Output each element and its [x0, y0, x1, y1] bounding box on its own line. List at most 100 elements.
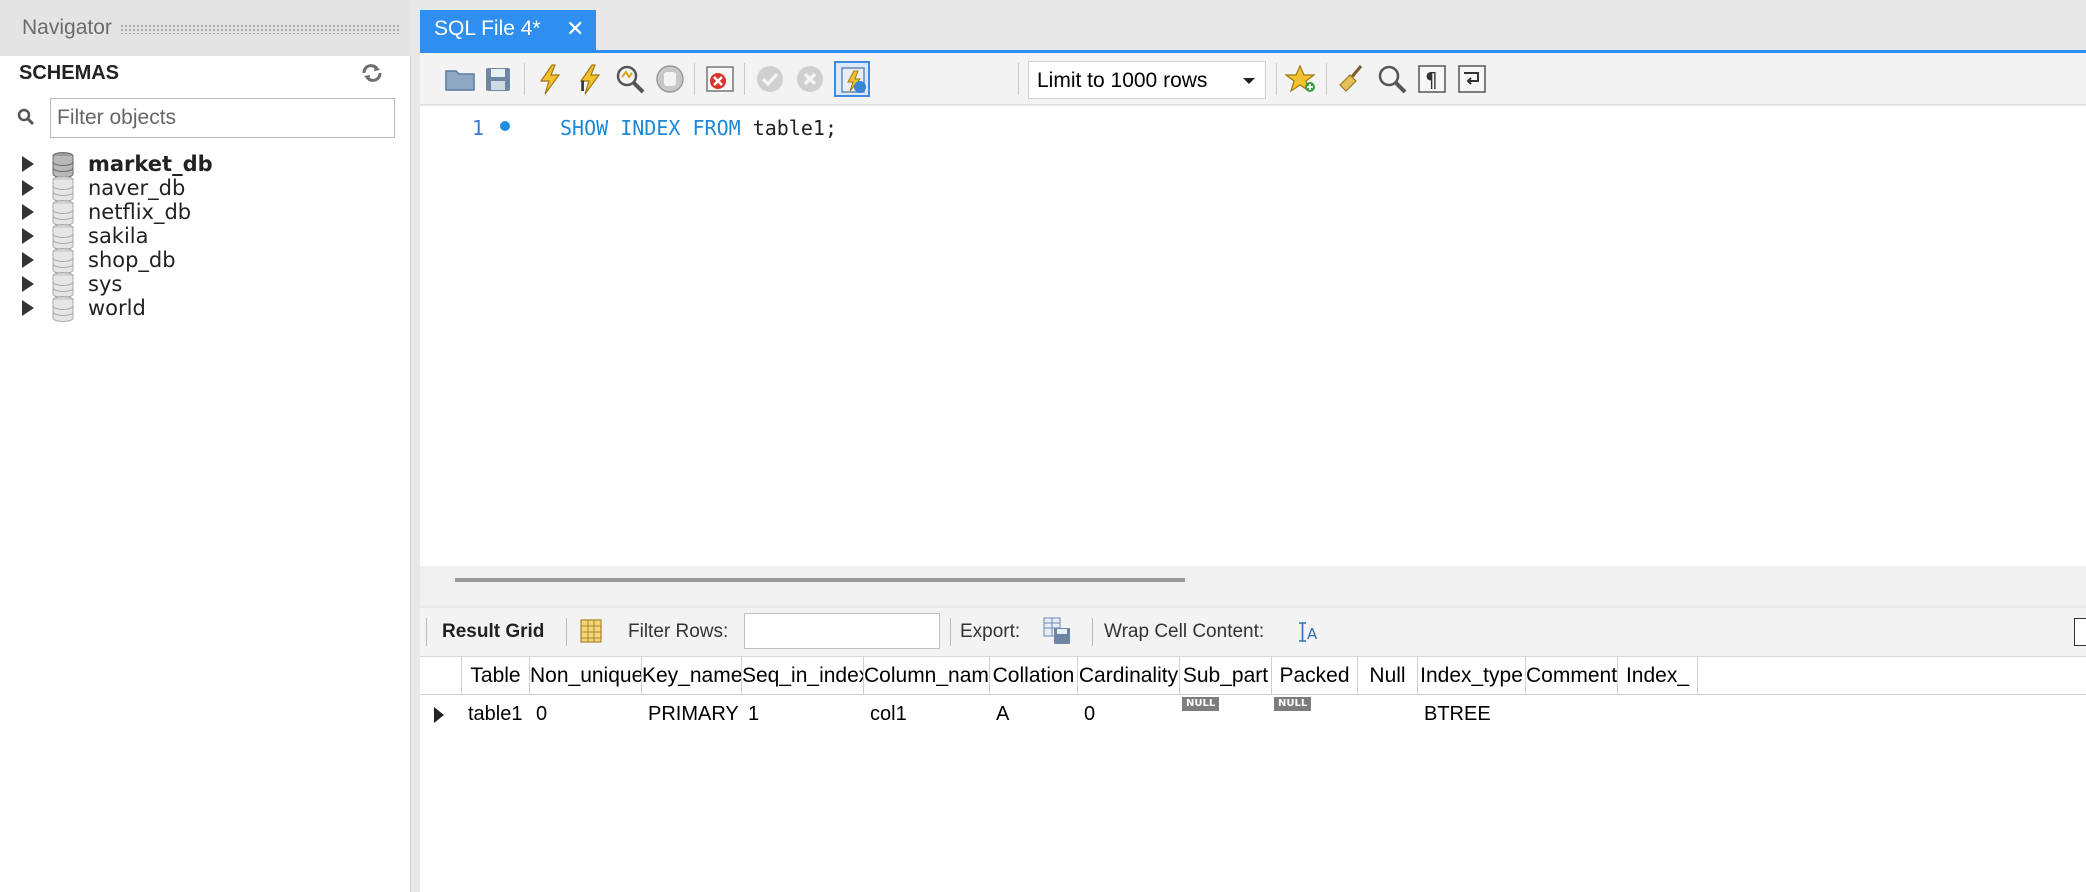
export-icon[interactable] — [1040, 614, 1074, 648]
table-cell[interactable]: PRIMARY — [642, 695, 742, 733]
autocommit-icon[interactable] — [834, 61, 870, 97]
search-icon — [16, 107, 36, 129]
svg-text:A: A — [1307, 625, 1318, 643]
table-cell[interactable]: 0 — [530, 695, 642, 733]
svg-text:I: I — [580, 79, 585, 95]
find-icon[interactable] — [1374, 61, 1410, 97]
line-number: 1 — [472, 116, 485, 140]
refresh-schemas-icon[interactable] — [360, 62, 384, 84]
filter-rows-label: Filter Rows: — [628, 621, 729, 642]
table-cell[interactable]: 1 — [742, 695, 864, 733]
expand-arrow-icon[interactable] — [22, 252, 34, 268]
invisible-chars-icon[interactable]: ¶ — [1414, 61, 1450, 97]
expand-arrow-icon[interactable] — [22, 204, 34, 220]
column-header-comment[interactable]: Comment — [1526, 657, 1618, 695]
rollback-icon[interactable] — [792, 61, 828, 97]
sql-keyword: FROM — [692, 116, 741, 140]
navigator-header: Navigator — [0, 0, 411, 56]
column-header-collation[interactable]: Collation — [990, 657, 1078, 695]
expand-arrow-icon[interactable] — [22, 156, 34, 172]
toggle-error-icon[interactable] — [702, 61, 738, 97]
svg-text:¶: ¶ — [1425, 68, 1438, 92]
navigator-grip[interactable] — [120, 24, 400, 34]
sql-identifier: table1; — [740, 116, 837, 140]
result-toolbar: Result Grid Filter Rows: Export: Wrap Ce… — [420, 608, 2086, 656]
column-header-non_unique[interactable]: Non_unique — [530, 657, 642, 695]
schemas-label: SCHEMAS — [19, 62, 120, 84]
filter-objects-input[interactable] — [50, 98, 395, 138]
sql-statement[interactable]: SHOW INDEX FROM table1; — [560, 116, 837, 140]
column-header-null[interactable]: Null — [1358, 657, 1418, 695]
stop-icon[interactable] — [652, 61, 688, 97]
expand-arrow-icon[interactable] — [22, 276, 34, 292]
sql-identifier — [680, 116, 692, 140]
sql-identifier — [608, 116, 620, 140]
execute-icon[interactable] — [532, 61, 568, 97]
export-label: Export: — [960, 621, 1021, 642]
chevron-down-icon — [1243, 78, 1255, 84]
sql-keyword: INDEX — [620, 116, 681, 140]
expand-arrow-icon[interactable] — [22, 300, 34, 316]
limit-rows-select[interactable]: Limit to 1000 rows — [1028, 61, 1266, 99]
row-header-cell — [420, 657, 462, 695]
column-header-column_name[interactable]: Column_name — [864, 657, 990, 695]
beautify-icon[interactable] — [1334, 61, 1370, 97]
navigator-panel: Navigator SCHEMAS market_db naver_db net… — [0, 0, 411, 892]
table-cell[interactable]: 0 — [1078, 695, 1180, 733]
editor-horizontal-scrollbar[interactable] — [455, 578, 1185, 582]
wrap-icon[interactable] — [1454, 61, 1490, 97]
schema-tree: market_db naver_db netflix_db sakila sho… — [0, 148, 411, 324]
table-row[interactable]: table1 0 PRIMARY 1 col1 A 0 NULL NULL BTREE — [420, 695, 2086, 733]
table-cell[interactable]: BTREE — [1418, 695, 1526, 733]
null-badge: NULL — [1182, 697, 1220, 711]
grid-view-icon[interactable] — [578, 618, 604, 644]
result-grid: Table Non_unique Key_name Seq_in_index Colum… — [420, 656, 2086, 892]
statement-marker-icon — [500, 121, 510, 131]
table-cell[interactable] — [1358, 695, 1418, 733]
explain-icon[interactable] — [612, 61, 648, 97]
table-cell[interactable]: table1 — [462, 695, 530, 733]
database-icon — [50, 295, 76, 323]
null-badge: NULL — [1274, 697, 1312, 711]
current-row-icon — [434, 707, 444, 723]
sql-editor-toolbar: I Limit to 1000 rows ¶ — [420, 53, 2086, 105]
column-header-seq_in_index[interactable]: Seq_in_index — [742, 657, 864, 695]
close-icon[interactable]: ✕ — [566, 16, 584, 42]
column-header-key_name[interactable]: Key_name — [642, 657, 742, 695]
null-cell[interactable]: NULL — [1180, 695, 1272, 733]
table-cell[interactable]: A — [990, 695, 1078, 733]
column-header-cardinality[interactable]: Cardinality — [1078, 657, 1180, 695]
column-header-packed[interactable]: Packed — [1272, 657, 1358, 695]
schema-item-world[interactable]: world — [0, 292, 411, 324]
table-cell[interactable] — [1526, 695, 1618, 733]
editor-scroll-track — [420, 566, 2086, 606]
tab-sql-file[interactable]: SQL File 4* ✕ — [420, 10, 596, 50]
bookmark-icon[interactable] — [1284, 61, 1320, 97]
open-folder-icon[interactable] — [442, 61, 478, 97]
grid-header-row: Table Non_unique Key_name Seq_in_index Colum… — [420, 657, 2086, 695]
tab-label: SQL File 4* — [434, 17, 541, 40]
expand-arrow-icon[interactable] — [22, 180, 34, 196]
column-header-table[interactable]: Table — [462, 657, 530, 695]
execute-current-icon[interactable]: I — [572, 61, 608, 97]
limit-rows-label: Limit to 1000 rows — [1037, 69, 1208, 92]
wrap-cell-content-label: Wrap Cell Content: — [1104, 621, 1265, 642]
save-icon[interactable] — [480, 61, 516, 97]
expand-arrow-icon[interactable] — [22, 228, 34, 244]
table-cell[interactable] — [1618, 695, 1698, 733]
null-cell[interactable]: NULL — [1272, 695, 1358, 733]
column-header-index[interactable]: Index_ — [1618, 657, 1698, 695]
sql-editor[interactable]: 1 SHOW INDEX FROM table1; — [420, 106, 2086, 566]
navigator-title: Navigator — [22, 16, 112, 39]
filter-rows-input[interactable] — [744, 613, 940, 649]
table-cell[interactable]: col1 — [864, 695, 990, 733]
editor-tab-bar: SQL File 4* ✕ — [420, 0, 2086, 52]
schema-name: world — [88, 296, 146, 320]
sql-keyword: SHOW — [560, 116, 609, 140]
result-grid-tab[interactable]: Result Grid — [442, 621, 544, 643]
panel-toggle-icon[interactable] — [2074, 618, 2086, 646]
column-header-sub_part[interactable]: Sub_part — [1180, 657, 1272, 695]
commit-icon[interactable] — [752, 61, 788, 97]
wrap-cell-icon[interactable]: A — [1296, 620, 1320, 644]
column-header-index_type[interactable]: Index_type — [1418, 657, 1526, 695]
